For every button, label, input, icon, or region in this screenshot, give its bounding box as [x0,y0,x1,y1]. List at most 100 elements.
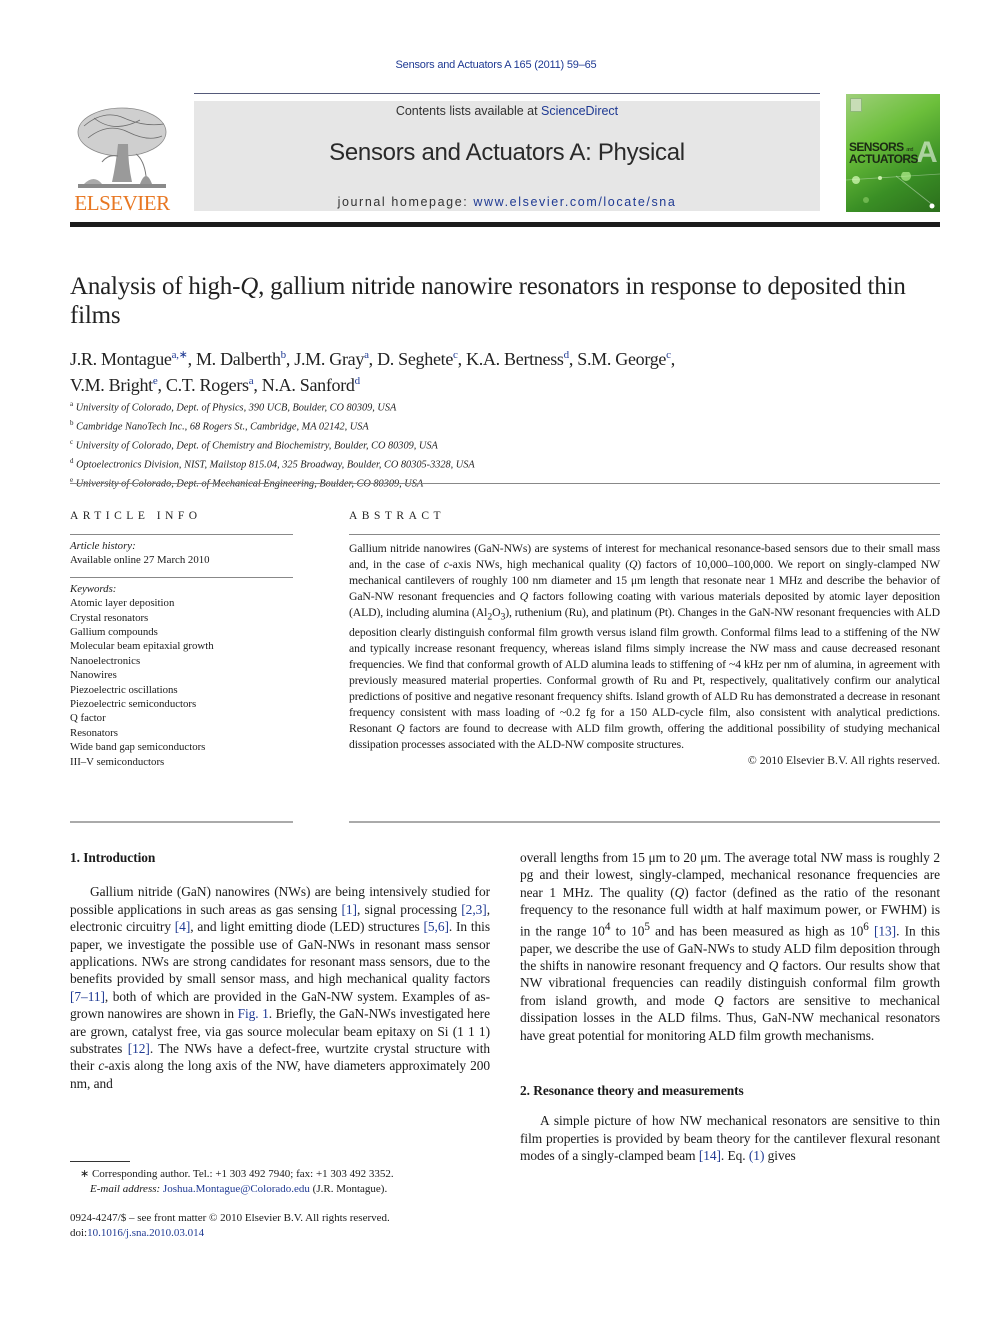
section-heading-introduction: 1. Introduction [70,850,156,865]
author-name: J.M. Gray [294,349,365,369]
doi-link[interactable]: 10.1016/j.sna.2010.03.014 [87,1227,204,1239]
equation-link[interactable]: (1) [749,1148,765,1163]
author-separator: , [187,349,196,369]
citation-link[interactable]: [1] [342,902,358,917]
author-separator: , [253,375,262,395]
text-run: Q [714,992,724,1008]
affiliation-key: a [70,400,74,408]
affiliation-key: c [70,437,74,446]
article-history: Article history: Available online 27 Mar… [70,539,293,568]
title-part: Analysis of high- [70,273,241,300]
affiliation-list: a University of Colorado, Dept. of Physi… [70,397,670,492]
affiliation-text: University of Colorado, Dept. of Chemist… [75,440,438,452]
title-q-italic: Q [240,273,259,300]
article-info-rule [70,534,293,535]
intro-paragraph: Gallium nitride (GaN) nanowires (NWs) ar… [70,883,490,1092]
author-name: S.M. George [577,349,667,369]
cover-network-graphic-icon [846,172,940,209]
author-separator: , [285,349,295,369]
corresponding-author-note: ∗ Corresponding author. Tel.: +1 303 492… [70,1167,500,1182]
article-title: Analysis of high-Q, gallium nitride nano… [70,272,950,330]
keywords-list: Atomic layer deposition Crystal resonato… [70,596,293,769]
keyword: Atomic layer deposition [70,597,175,610]
author[interactable]: N.A. Sanfordd [262,375,360,395]
cover-emblem-icon [850,98,862,112]
keyword: Crystal resonators [70,611,149,624]
citation-link[interactable]: [14] [699,1148,721,1163]
journal-title: Sensors and Actuators A: Physical [329,139,685,166]
elsevier-logo[interactable]: ELSEVIER [70,104,174,216]
citation-link[interactable]: [5,6] [424,919,449,934]
text-run: -axis along the long axis of the NW, hav… [70,1058,491,1091]
journal-reference: Sensors and Actuators A 165 (2011) 59–65 [0,59,992,71]
sciencedirect-link[interactable]: ScienceDirect [541,104,618,118]
footnote-rule [70,1161,130,1162]
citation-link[interactable]: [13] [874,923,896,938]
abstract-bottom-rule [349,821,940,823]
author[interactable]: C.T. Rogersa [165,375,254,395]
issn-line: 0924-4247/$ – see front matter © 2010 El… [70,1212,390,1224]
email-label: E-mail address: [90,1182,161,1195]
author[interactable]: K.A. Bertnessd [466,349,569,369]
author[interactable]: S.M. Georgec [577,349,671,369]
affiliation-item: d Optoelectronics Division, NIST, Mailst… [70,454,670,473]
author-separator: , [157,375,166,395]
text-run: Q [768,957,779,973]
author-name: K.A. Bertness [466,349,564,369]
author-separator: , [457,349,467,369]
keyword: Q factor [70,712,106,725]
body-column-right: overall lengths from 15 μm to 20 μm. The… [520,849,940,1165]
journal-banner: Contents lists available at ScienceDirec… [194,101,820,211]
affiliation-text: Optoelectronics Division, NIST, Mailstop… [76,459,475,471]
author[interactable]: J.M. Graya [294,349,369,369]
journal-ref-link[interactable]: Sensors and Actuators A 165 (2011) 59–65 [396,59,597,71]
contents-label: Contents lists available at [395,104,542,118]
text-run: factors are found to decrease with ALD f… [349,722,940,752]
keyword: Resonators [70,726,118,739]
affiliation-item: b Cambridge NanoTech Inc., 68 Rogers St.… [70,416,670,435]
elsevier-tree-icon [77,107,167,188]
keywords-block: Keywords: Atomic layer deposition Crysta… [70,582,293,769]
section-heading-resonance: 2. Resonance theory and measurements [520,1082,744,1098]
author-list: J.R. Montaguea,∗, M. Dalberthb, J.M. Gra… [70,344,950,396]
journal-cover-thumbnail[interactable]: A SENSORS and ACTUATORS [846,94,940,212]
author[interactable]: M. Dalberthb [196,349,286,369]
abstract-panel: ABSTRACT Gallium nitride nanowires (GaN-… [349,510,940,769]
elsevier-wordmark: ELSEVIER [74,191,170,215]
text-run: ), ruthenium (Ru), and platinum (Pt). Ch… [349,606,940,736]
citation-link[interactable]: [7–11] [70,989,105,1004]
text-run: and has been measured as high as 10 [649,923,864,939]
author-name: J.R. Montague [70,349,172,369]
author-affiliation-marker[interactable]: a,∗ [172,349,188,361]
keyword: Molecular beam epitaxial growth [70,640,214,653]
header-top-rule [194,93,820,94]
author-separator: , [368,349,378,369]
author-name: V.M. Bright [70,375,153,395]
affiliation-text: Cambridge NanoTech Inc., 68 Rogers St., … [76,421,369,433]
abstract-rule [349,534,940,535]
abstract-heading: ABSTRACT [349,510,446,522]
history-value: Available online 27 March 2010 [70,554,210,567]
header-bottom-rule [70,222,940,227]
citation-link[interactable]: [2,3] [461,902,486,917]
author-separator: , [568,349,578,369]
homepage-link[interactable]: www.elsevier.com/locate/sna [473,195,676,209]
author-name: M. Dalberth [195,349,281,369]
abstract-copyright: © 2010 Elsevier B.V. All rights reserved… [747,754,940,768]
resonance-paragraph: A simple picture of how NW mechanical re… [520,1112,940,1164]
body-column-left: 1. Introduction Gallium nitride (GaN) na… [70,849,490,1092]
keyword: Piezoelectric oscillations [70,683,178,696]
author-name: C.T. Rogers [165,375,249,395]
author[interactable]: J.R. Montaguea,∗ [70,349,188,369]
keywords-rule [70,576,293,578]
cover-letter: A [916,136,938,169]
citation-link[interactable]: [12] [128,1041,150,1056]
author-affiliation-marker[interactable]: d [355,375,361,387]
affiliation-text: University of Colorado, Dept. of Physics… [75,402,397,414]
email-link[interactable]: Joshua.Montague@Colorado.edu [163,1183,310,1195]
author-name: D. Seghete [377,349,454,369]
citation-link[interactable]: [4] [175,919,191,934]
figure-link[interactable]: Fig. 1 [238,1006,269,1021]
author[interactable]: V.M. Brighte [70,375,158,395]
author[interactable]: D. Seghetec [377,349,458,369]
